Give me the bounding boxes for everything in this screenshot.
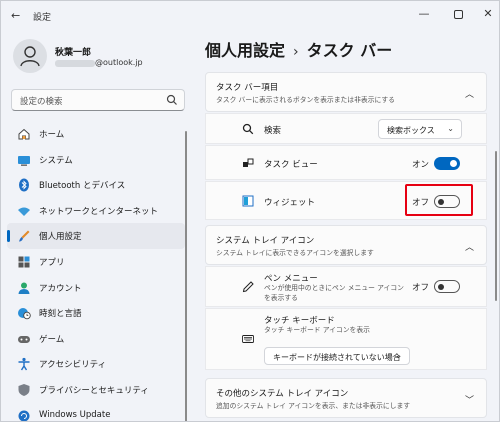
shield-icon [18,383,30,396]
apps-icon [18,256,30,268]
breadcrumb-separator: › [293,44,299,60]
section-system-tray-header[interactable]: システム トレイ アイコン システム トレイに表示できるアイコンを選択します ︿ [205,225,487,265]
sidebar-item-accounts[interactable]: アカウント [7,275,185,301]
sidebar-item-label: システム [39,155,73,166]
section-subtitle: 追加のシステム トレイ アイコンを表示、または非表示にします [216,402,411,410]
sidebar-item-label: ネットワークとインターネット [39,206,159,217]
setting-row-task-view: タスク ビュー オン [205,145,487,180]
sidebar-item-windows-update[interactable]: Windows Update [7,403,185,421]
select-value: キーボードが接続されていない場合 [273,353,401,362]
setting-label: タスク ビュー [264,160,318,170]
sidebar-nav: ホーム システム Bluetooth とデバイス ネットワークとインターネット [7,121,185,421]
chevron-up-icon[interactable]: ︿ [465,240,474,253]
chevron-down-icon[interactable]: ﹀ [465,393,474,406]
minimize-button[interactable]: — [413,5,435,23]
widgets-icon [242,195,254,207]
avatar[interactable] [13,39,47,73]
wifi-icon [18,207,30,216]
setting-label: ウィジェット [264,198,316,208]
setting-row-pen-menu: ペン メニュー ペンが使用中のときにペン メニュー アイコンを表示する オフ [205,266,487,307]
breadcrumb-parent[interactable]: 個人用設定 [205,41,285,60]
chevron-down-icon: ⌄ [447,124,454,133]
user-icon [20,46,40,67]
search-mode-select[interactable]: 検索ボックス ⌄ [378,119,462,139]
section-subtitle: タスク バーに表示されるボタンを表示または非表示にする [216,96,395,104]
sidebar-item-time-language[interactable]: 時刻と言語 [7,300,185,326]
setting-description: ペンが使用中のときにペン メニュー アイコンを表示する [264,284,404,302]
section-title: タスク バー項目 [216,83,279,93]
section-title: システム トレイ アイコン [216,236,315,246]
setting-label: 検索 [264,126,282,136]
sidebar-item-label: Windows Update [39,409,111,420]
title-bar: ← 設定 — ✕ [1,1,499,31]
search-icon [166,94,177,105]
chevron-down-icon: ⌄ [395,351,402,360]
search-input[interactable]: 設定の検索 [11,89,185,111]
section-taskbar-items-header[interactable]: タスク バー項目 タスク バーに表示されるボタンを表示または非表示にする ︿ [205,72,487,112]
maximize-button[interactable] [447,5,469,23]
pen-icon [242,281,254,293]
sidebar-item-label: 個人用設定 [39,232,82,243]
toggle-state-label: オフ [412,283,430,293]
home-icon [18,128,30,140]
sidebar-item-bluetooth[interactable]: Bluetooth とデバイス [7,172,185,198]
globe-clock-icon [18,308,31,320]
sidebar-item-accessibility[interactable]: アクセシビリティ [7,351,185,377]
chevron-up-icon[interactable]: ︿ [465,87,474,100]
page-title: タスク バー [306,41,393,60]
task-view-toggle[interactable] [434,157,460,170]
select-value: 検索ボックス [387,126,435,135]
sidebar-item-privacy-security[interactable]: プライバシーとセキュリティ [7,377,185,403]
search-placeholder: 設定の検索 [20,97,63,107]
sidebar-item-home[interactable]: ホーム [7,121,185,147]
bluetooth-icon [19,178,29,192]
sidebar-item-label: ゲーム [39,334,65,345]
sidebar-item-label: アカウント [39,283,82,294]
touch-keyboard-select[interactable]: キーボードが接続されていない場合 ⌄ [264,347,410,365]
task-view-icon [243,158,254,167]
back-button[interactable]: ← [11,9,20,22]
maximize-icon [453,9,463,19]
settings-window: ← 設定 — ✕ 秋葉一郎 @outlook.jp 設定の検索 ホーム システム… [0,0,500,422]
pen-menu-toggle[interactable] [434,280,460,293]
setting-row-touch-keyboard: タッチ キーボード タッチ キーボード アイコンを表示 キーボードが接続されてい… [205,308,487,370]
user-email: @outlook.jp [95,58,143,67]
sidebar-item-label: Bluetooth とデバイス [39,181,126,192]
system-icon [18,155,30,166]
setting-description: タッチ キーボード アイコンを表示 [264,326,370,334]
sidebar-item-label: アクセシビリティ [39,360,107,371]
sidebar-item-label: ホーム [39,130,65,140]
annotation-highlight-box [405,184,473,216]
sidebar-item-personalization[interactable]: 個人用設定 [7,223,185,249]
gamepad-icon [18,335,30,343]
toggle-state-label: オン [412,160,430,170]
user-name: 秋葉一郎 [55,48,92,58]
sidebar-item-label: プライバシーとセキュリティ [39,385,149,396]
sidebar-item-label: 時刻と言語 [39,309,82,320]
sidebar-item-network[interactable]: ネットワークとインターネット [7,198,185,224]
search-icon [242,123,254,135]
close-button[interactable]: ✕ [477,5,499,23]
sidebar-item-gaming[interactable]: ゲーム [7,326,185,352]
section-other-tray-header[interactable]: その他のシステム トレイ アイコン 追加のシステム トレイ アイコンを表示、また… [205,378,487,418]
main-scrollbar[interactable] [495,151,497,301]
account-icon [18,282,30,294]
update-icon [18,410,30,421]
app-title: 設定 [33,13,52,23]
sidebar-item-label: アプリ [39,257,65,268]
sidebar-item-apps[interactable]: アプリ [7,249,185,275]
sidebar-item-system[interactable]: システム [7,147,185,173]
email-redaction [55,60,95,67]
brush-icon [19,230,30,242]
breadcrumb: 個人用設定 › タスク バー [205,37,392,61]
sidebar-scrollbar[interactable] [185,131,187,421]
setting-row-search: 検索 検索ボックス ⌄ [205,113,487,144]
section-subtitle: システム トレイに表示できるアイコンを選択します [216,249,374,257]
accessibility-icon [18,358,30,371]
keyboard-icon [242,335,254,343]
section-title: その他のシステム トレイ アイコン [216,389,349,399]
